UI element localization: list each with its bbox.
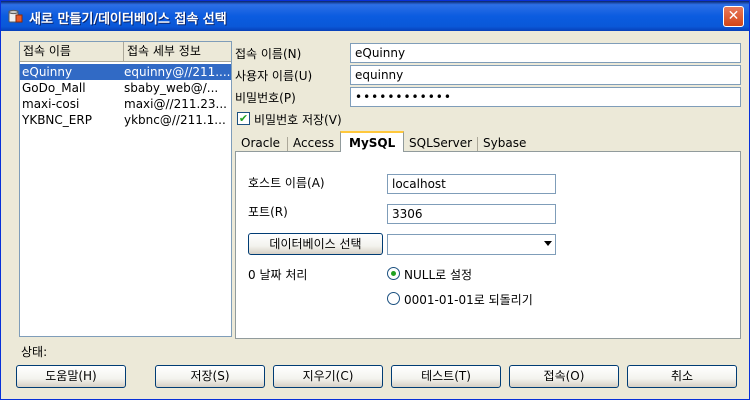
connection-name: GoDo_Mall xyxy=(22,81,86,95)
connection-row[interactable]: maxi-cosi maxi@//211.23... xyxy=(20,96,231,112)
clear-button[interactable]: 지우기(C) xyxy=(273,365,383,388)
connection-name: YKBNC_ERP xyxy=(22,113,92,127)
connection-name-label: 접속 이름(N) xyxy=(235,47,302,61)
column-header-connection-detail[interactable]: 접속 세부 정보 xyxy=(124,42,231,61)
column-header-connection-name[interactable]: 접속 이름 xyxy=(20,42,124,61)
zero-date-null-radio[interactable] xyxy=(387,267,400,280)
connection-detail: equinny@//211.... xyxy=(124,65,231,79)
save-password-checkbox[interactable]: ✔ xyxy=(237,112,250,125)
connection-detail: maxi@//211.23... xyxy=(124,97,227,111)
connection-list-header: 접속 이름 접속 세부 정보 xyxy=(20,42,231,62)
zero-date-rollback-label: 0001-01-01로 되돌리기 xyxy=(404,293,533,307)
port-field[interactable]: 3306 xyxy=(387,204,556,224)
tab-mysql[interactable]: MySQL xyxy=(340,131,405,152)
host-label: 호스트 이름(A) xyxy=(248,176,325,190)
help-button[interactable]: 도움말(H) xyxy=(16,365,126,388)
connection-detail: ykbnc@//211.1... xyxy=(124,113,226,127)
window-title: 새로 만들기/데이터베이스 접속 선택 xyxy=(29,12,227,27)
connection-row[interactable]: eQuinny equinny@//211.... xyxy=(20,64,231,80)
connection-name: maxi-cosi xyxy=(22,97,80,111)
tab-oracle[interactable]: Oracle xyxy=(237,135,284,152)
password-field[interactable]: •••••••••••• xyxy=(350,87,741,107)
connection-name: eQuinny xyxy=(22,65,73,79)
close-button[interactable]: ✕ xyxy=(723,6,744,27)
connection-row[interactable]: GoDo_Mall sbaby_web@/... xyxy=(20,80,231,96)
save-button[interactable]: 저장(S) xyxy=(155,365,265,388)
mysql-tab-panel: 호스트 이름(A) localhost 포트(R) 3306 데이터베이스 선택… xyxy=(235,151,741,339)
close-icon: ✕ xyxy=(727,8,740,24)
tab-sybase[interactable]: Sybase xyxy=(479,135,530,152)
dialog-window: 새로 만들기/데이터베이스 접속 선택 ✕ 접속 이름 접속 세부 정보 eQu… xyxy=(0,0,750,400)
dialog-client: 접속 이름 접속 세부 정보 eQuinny equinny@//211....… xyxy=(5,31,745,395)
checkmark-icon: ✔ xyxy=(238,112,249,125)
username-field[interactable]: equinny xyxy=(350,65,741,85)
connection-list[interactable]: 접속 이름 접속 세부 정보 eQuinny equinny@//211....… xyxy=(19,41,232,337)
connection-row[interactable]: YKBNC_ERP ykbnc@//211.1... xyxy=(20,112,231,128)
chevron-down-icon[interactable] xyxy=(544,241,552,246)
database-icon xyxy=(7,8,23,24)
zero-date-rollback-radio[interactable] xyxy=(387,292,400,305)
tab-separator xyxy=(477,137,478,151)
tab-separator xyxy=(287,137,288,151)
connect-button[interactable]: 접속(O) xyxy=(509,365,619,388)
zero-date-label: 0 날짜 처리 xyxy=(248,268,308,282)
zero-date-null-label: NULL로 설정 xyxy=(404,268,473,282)
cancel-button[interactable]: 취소 xyxy=(627,365,737,388)
connection-detail: sbaby_web@/... xyxy=(124,81,219,95)
test-button[interactable]: 테스트(T) xyxy=(391,365,501,388)
db-type-tabs: Oracle Access MySQL SQLServer Sybase xyxy=(235,131,741,153)
save-password-label: 비밀번호 저장(V) xyxy=(254,113,342,127)
select-database-button[interactable]: 데이터베이스 선택 xyxy=(248,233,383,255)
host-field[interactable]: localhost xyxy=(387,174,556,194)
password-label: 비밀번호(P) xyxy=(235,91,296,105)
tab-sqlserver[interactable]: SQLServer xyxy=(405,135,476,152)
username-label: 사용자 이름(U) xyxy=(235,69,313,83)
port-label: 포트(R) xyxy=(248,205,288,219)
tab-access[interactable]: Access xyxy=(289,135,338,152)
status-label: 상태: xyxy=(21,345,48,359)
title-bar[interactable]: 새로 만들기/데이터베이스 접속 선택 ✕ xyxy=(1,1,749,31)
database-combo[interactable] xyxy=(387,234,556,255)
connection-name-field[interactable]: eQuinny xyxy=(350,43,741,63)
